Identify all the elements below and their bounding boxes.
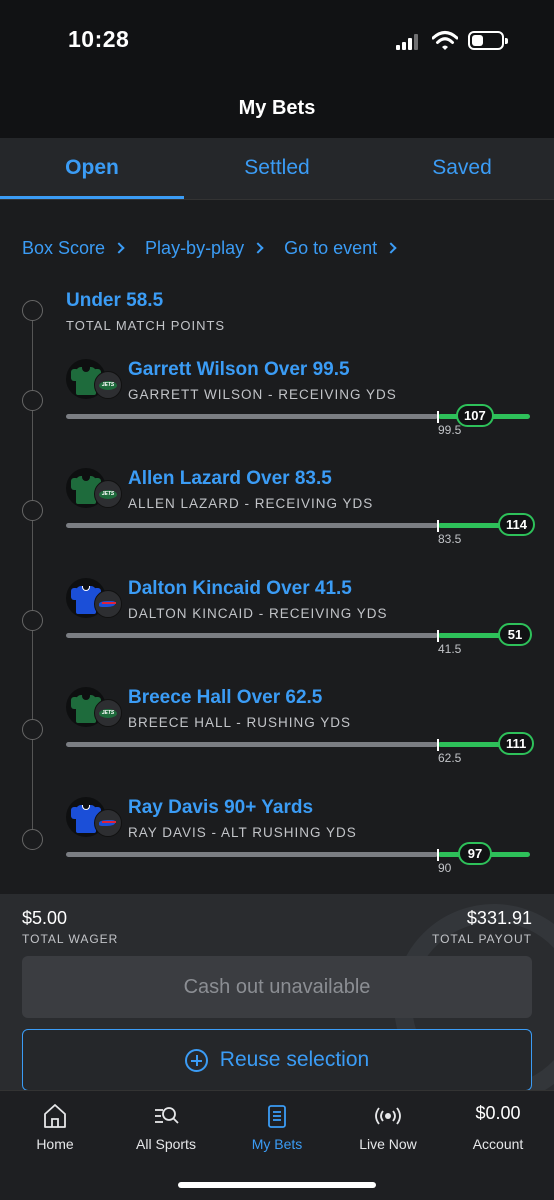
- live-broadcast-icon: [375, 1107, 401, 1125]
- nav-live-now[interactable]: Live Now: [333, 1091, 443, 1161]
- play-by-play-label: Play-by-play: [145, 237, 245, 258]
- bet-tabs: Open Settled Saved: [0, 138, 554, 200]
- reuse-selection-button[interactable]: Reuse selection: [22, 1029, 532, 1090]
- progress-track: [66, 414, 438, 419]
- jets-logo-icon: JETS: [94, 480, 122, 508]
- leg-title: Dalton Kincaid Over 41.5: [128, 578, 352, 599]
- stat-value-badge: 114: [498, 513, 535, 536]
- bet-leg: Dalton Kincaid Over 41.5 DALTON KINCAID …: [0, 578, 554, 678]
- clock: 10:28: [68, 26, 130, 52]
- nav-live-now-label: Live Now: [359, 1136, 417, 1152]
- timeline-node: [22, 300, 43, 321]
- tab-open[interactable]: Open: [0, 138, 184, 200]
- status-bar: 10:28: [0, 0, 554, 86]
- nav-account-label: Account: [472, 1136, 524, 1152]
- box-score-label: Box Score: [22, 237, 106, 258]
- total-wager-label: TOTAL WAGER: [22, 932, 119, 946]
- cash-out-button: Cash out unavailable: [22, 956, 532, 1018]
- stat-value-badge: 97: [458, 842, 492, 865]
- stat-value-badge: 111: [498, 732, 535, 755]
- progress-track: [66, 852, 438, 857]
- chevron-right-icon: [385, 242, 397, 254]
- progress-track: [66, 523, 438, 528]
- nav-home-label: Home: [36, 1136, 74, 1152]
- box-score-link[interactable]: Box Score: [22, 234, 125, 262]
- threshold-marker: [437, 739, 439, 751]
- home-icon: [44, 1104, 66, 1128]
- threshold-label: 99.5: [438, 423, 462, 437]
- home-indicator[interactable]: [178, 1182, 376, 1188]
- jets-logo-icon: JETS: [94, 371, 122, 399]
- leg-subtitle: GARRETT WILSON - RECEIVING YDS: [128, 387, 397, 402]
- total-payout-label: TOTAL PAYOUT: [431, 932, 532, 946]
- go-to-event-label: Go to event: [284, 237, 378, 258]
- bet-leg: Ray Davis 90+ Yards RAY DAVIS - ALT RUSH…: [0, 797, 554, 897]
- wifi-icon: [432, 31, 458, 50]
- bills-logo-icon: [94, 809, 122, 837]
- bet-slip-icon: [268, 1105, 286, 1128]
- nav-all-sports[interactable]: All Sports: [111, 1091, 221, 1161]
- stat-value-badge: 51: [498, 623, 532, 646]
- active-tab-indicator: [0, 196, 184, 199]
- plus-circle-icon: [184, 1048, 208, 1072]
- stat-value-badge: 107: [456, 404, 494, 427]
- bet-footer: $5.00 TOTAL WAGER $331.91 TOTAL PAYOUT C…: [0, 894, 554, 1090]
- parlay-subtitle: TOTAL MATCH POINTS: [66, 318, 226, 333]
- parlay-title: Under 58.5: [66, 290, 164, 311]
- nav-account[interactable]: $0.00 Account: [443, 1091, 553, 1161]
- total-wager-amount: $5.00: [22, 908, 68, 928]
- nav-my-bets-label: My Bets: [251, 1136, 303, 1152]
- progress-track: [66, 633, 438, 638]
- tab-settled[interactable]: Settled: [185, 138, 369, 200]
- bet-leg: JETS Allen Lazard Over 83.5 ALLEN LAZARD…: [0, 468, 554, 568]
- leg-subtitle: BREECE HALL - RUSHING YDS: [128, 715, 352, 730]
- leg-subtitle: ALLEN LAZARD - RECEIVING YDS: [128, 496, 374, 511]
- bet-leg: JETS Garrett Wilson Over 99.5 GARRETT WI…: [0, 359, 554, 459]
- progress-over: [438, 523, 502, 528]
- leg-subtitle: RAY DAVIS - ALT RUSHING YDS: [128, 825, 357, 840]
- nav-all-sports-label: All Sports: [136, 1136, 196, 1152]
- bills-logo-icon: [94, 590, 122, 618]
- leg-subtitle: DALTON KINCAID - RECEIVING YDS: [128, 606, 388, 621]
- page-title: My Bets: [238, 97, 316, 119]
- threshold-label: 41.5: [438, 642, 462, 656]
- chevron-right-icon: [113, 242, 125, 254]
- leg-title: Ray Davis 90+ Yards: [128, 797, 314, 818]
- threshold-marker: [437, 630, 439, 642]
- progress-over: [438, 633, 502, 638]
- threshold-label: 62.5: [438, 751, 462, 765]
- threshold-marker: [437, 411, 439, 423]
- threshold-label: 90: [438, 861, 452, 875]
- account-balance: $0.00: [475, 1103, 521, 1123]
- leg-title: Garrett Wilson Over 99.5: [128, 359, 350, 380]
- chevron-right-icon: [252, 242, 264, 254]
- threshold-marker: [437, 849, 439, 861]
- app-header: My Bets: [0, 86, 554, 138]
- battery-icon: [468, 31, 508, 50]
- leg-title: Breece Hall Over 62.5: [128, 687, 323, 708]
- cellular-signal-icon: [396, 34, 422, 50]
- progress-over: [438, 742, 502, 747]
- leg-title: Allen Lazard Over 83.5: [128, 468, 332, 489]
- total-payout-amount: $331.91: [466, 908, 532, 928]
- go-to-event-link[interactable]: Go to event: [284, 234, 397, 262]
- tab-saved[interactable]: Saved: [370, 138, 554, 200]
- nav-my-bets[interactable]: My Bets: [222, 1091, 332, 1161]
- reuse-selection-label: Reuse selection: [219, 1048, 370, 1071]
- progress-track: [66, 742, 438, 747]
- nav-home[interactable]: Home: [0, 1091, 110, 1161]
- threshold-label: 83.5: [438, 532, 462, 546]
- jets-logo-icon: JETS: [94, 699, 122, 727]
- threshold-marker: [437, 520, 439, 532]
- event-links: Box Score Play-by-play Go to event: [22, 234, 417, 262]
- bet-leg: JETS Breece Hall Over 62.5 BREECE HALL -…: [0, 687, 554, 787]
- play-by-play-link[interactable]: Play-by-play: [145, 234, 264, 262]
- search-sports-icon: [155, 1107, 179, 1124]
